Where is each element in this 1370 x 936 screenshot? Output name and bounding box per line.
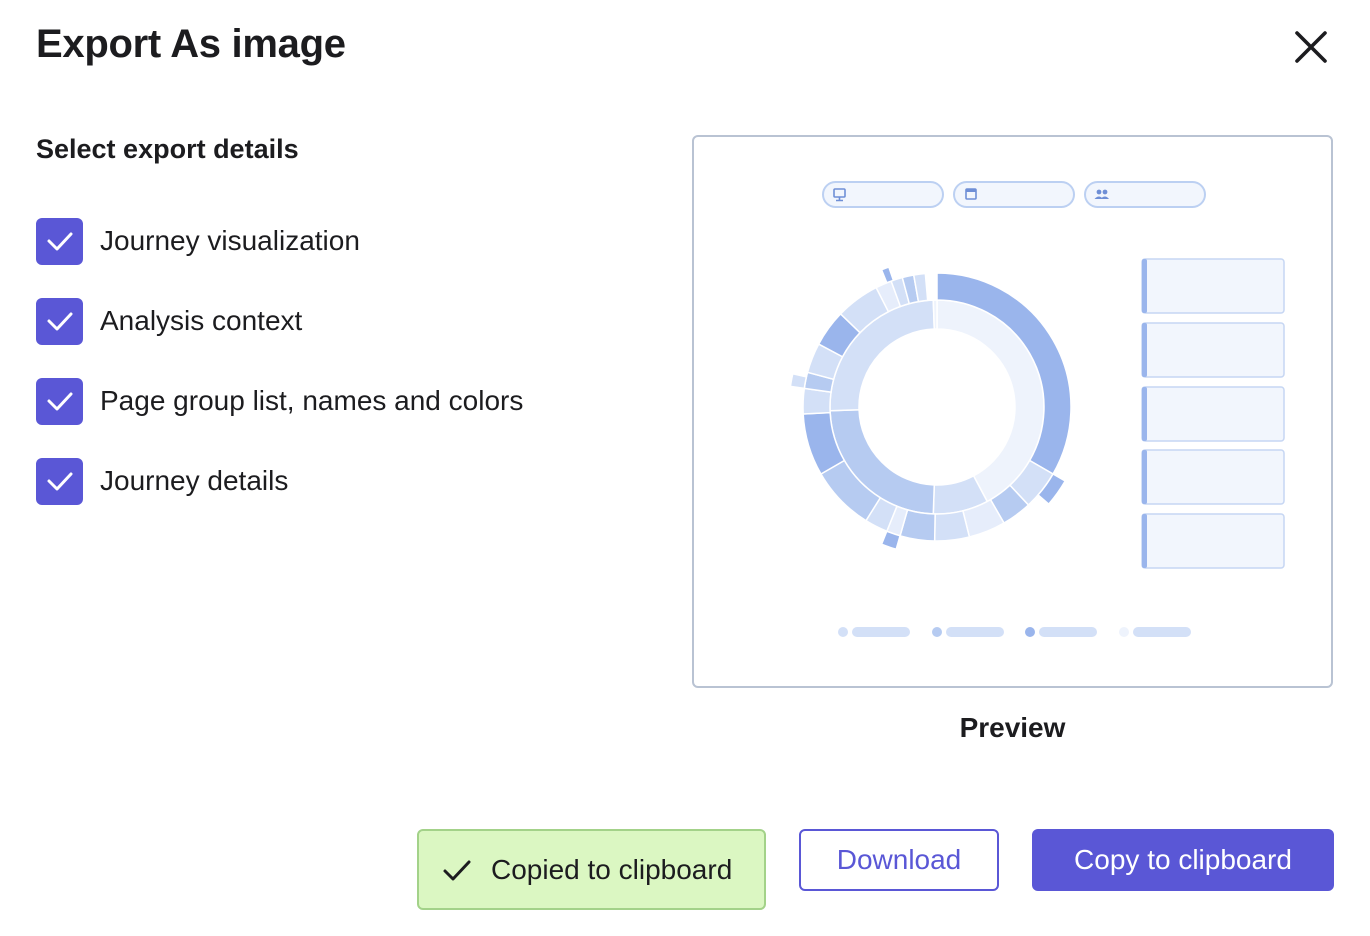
- sunburst-segment: [932, 299, 938, 330]
- legend-item: [1119, 627, 1191, 637]
- legend-item: [838, 627, 910, 637]
- filter-pill-users: [1084, 181, 1206, 208]
- option-analysis-context[interactable]: Analysis context: [36, 297, 302, 345]
- check-icon: [47, 472, 72, 491]
- checkbox-checked[interactable]: [36, 217, 83, 265]
- preview-card: [1141, 513, 1285, 569]
- checkbox-checked[interactable]: [36, 297, 83, 345]
- filter-pill-date: [953, 181, 1075, 208]
- legend-item: [1025, 627, 1097, 637]
- sunburst-segment: [933, 509, 971, 542]
- preview-illustration: [789, 181, 1285, 637]
- check-icon: [47, 312, 72, 331]
- option-journey-details[interactable]: Journey details: [36, 457, 288, 505]
- preview-label: Preview: [959, 712, 1066, 743]
- check-icon: [47, 232, 72, 251]
- sunburst-segment: [880, 266, 895, 284]
- check-icon: [443, 860, 471, 880]
- preview-card-list: [1141, 258, 1285, 569]
- copied-toast: Copied to clipboard: [417, 829, 766, 910]
- filter-pill-device: [822, 181, 944, 208]
- close-icon[interactable]: [1290, 26, 1332, 68]
- toast-text: Copied to clipboard: [491, 853, 733, 885]
- option-label: Analysis context: [100, 305, 303, 336]
- preview-frame: [692, 135, 1333, 688]
- section-title: Select export details: [36, 134, 299, 164]
- option-label: Page group list, names and colors: [100, 385, 524, 416]
- check-icon: [47, 392, 72, 411]
- download-button[interactable]: Download: [799, 829, 999, 891]
- preview-legend: [838, 627, 1191, 637]
- sunburst-chart: [789, 266, 1072, 551]
- checkbox-checked[interactable]: [36, 457, 83, 505]
- preview-card: [1141, 258, 1285, 314]
- option-page-group-list[interactable]: Page group list, names and colors: [36, 377, 523, 425]
- option-journey-visualization[interactable]: Journey visualization: [36, 217, 360, 265]
- preview-card: [1141, 386, 1285, 442]
- sunburst-segment: [789, 372, 808, 390]
- preview-card: [1141, 322, 1285, 378]
- legend-item: [932, 627, 1004, 637]
- copy-to-clipboard-button[interactable]: Copy to clipboard: [1032, 829, 1334, 891]
- option-label: Journey visualization: [100, 225, 360, 256]
- dialog-title: Export As image: [36, 22, 346, 66]
- checkbox-checked[interactable]: [36, 377, 83, 425]
- option-label: Journey details: [100, 465, 289, 496]
- preview-card: [1141, 449, 1285, 505]
